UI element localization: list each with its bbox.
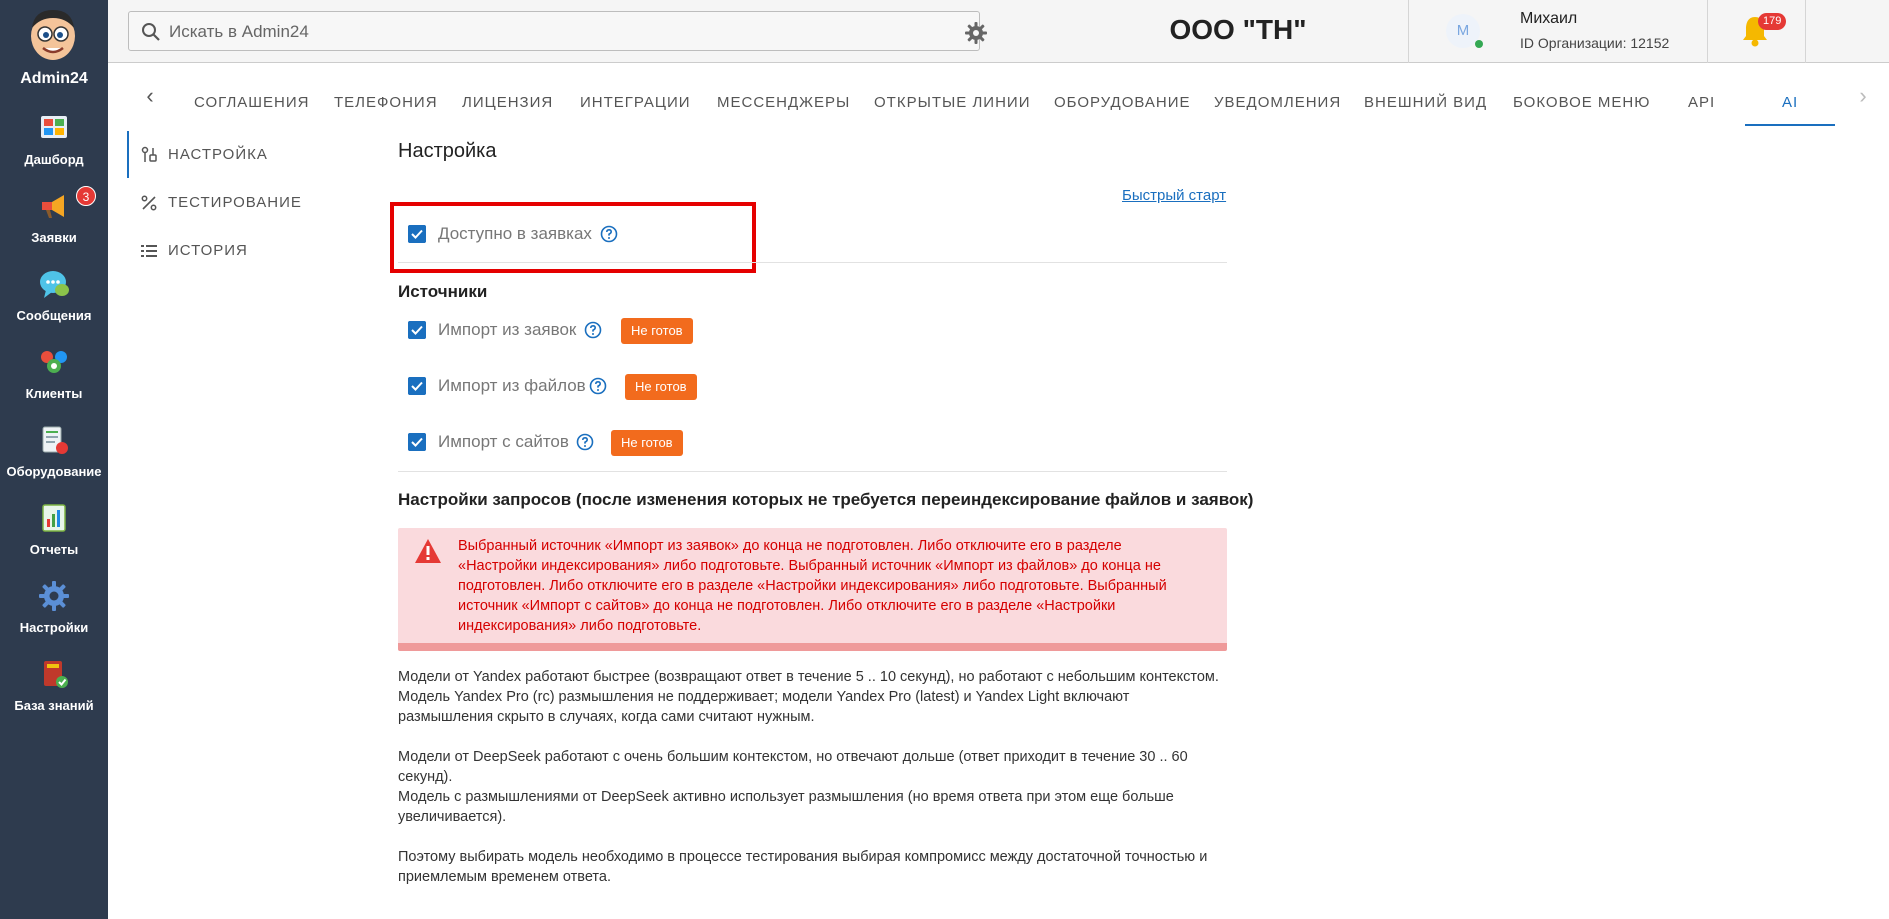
sidebar-item-messages[interactable]: Сообщения (0, 262, 108, 340)
info-paragraph: Модели от DeepSeek работают с очень боль… (398, 749, 1188, 785)
sidebar-item-dashboard[interactable]: Дашборд (0, 106, 108, 184)
sidebar-item-label: Клиенты (25, 386, 83, 401)
logo-avatar-icon (31, 10, 75, 60)
divider (1408, 0, 1409, 63)
clients-icon (41, 351, 67, 373)
tab-integrations[interactable]: ИНТЕГРАЦИИ (580, 94, 691, 111)
sources-title: Источники (398, 282, 488, 301)
question-circle-icon[interactable] (584, 321, 602, 339)
tab-appearance[interactable]: ВНЕШНИЙ ВИД (1364, 94, 1487, 111)
search-input[interactable] (169, 20, 909, 44)
import-from-requests-label: Импорт из заявок (438, 320, 577, 339)
tab-telephony[interactable]: ТЕЛЕФОНИЯ (334, 94, 438, 111)
status-badge: Не готов (625, 374, 697, 400)
sidebar-item-label: Оборудование (6, 464, 102, 479)
import-from-files-checkbox[interactable] (408, 377, 426, 395)
info-paragraph: Модели от Yandex работают быстрее (возвр… (398, 669, 1219, 685)
info-paragraph: Модель Yandex Pro (rc) размышления не по… (398, 689, 1130, 725)
book-icon (44, 661, 68, 688)
submenu-label: ТЕСТИРОВАНИЕ (168, 194, 302, 211)
tabs-prev-arrow-icon[interactable]: ‹ (140, 85, 160, 107)
sidebar-item-label: Отчеты (29, 542, 79, 557)
warning-triangle-icon (415, 539, 441, 563)
tab-side-menu[interactable]: БОКОВОЕ МЕНЮ (1513, 94, 1650, 111)
equipment-icon (42, 426, 68, 454)
brand[interactable]: Admin24 (0, 0, 108, 94)
dashboard-icon (41, 116, 67, 138)
sidebar-item-reports[interactable]: Отчеты (0, 496, 108, 574)
sidebar-item-label: Настройки (19, 620, 89, 635)
gear-icon (39, 581, 69, 611)
import-from-files-label: Импорт из файлов (438, 376, 586, 395)
brand-name: Admin24 (20, 70, 88, 87)
divider (398, 471, 1227, 472)
question-circle-icon[interactable] (576, 433, 594, 451)
page-title: Настройка (398, 140, 497, 162)
organization-id: ID Организации: 12152 (1520, 35, 1670, 51)
online-status-dot (1475, 40, 1483, 48)
sidebar: Admin24 Дашборд 3 Заявки Сообщения Клиен… (0, 0, 108, 919)
organization-title: ООО "ТН" (1169, 14, 1307, 45)
top-bar: ООО "ТН" М Михаил ID Организации: 12152 … (108, 0, 1889, 63)
warning-message: Выбранный источник «Импорт из заявок» до… (458, 538, 1167, 634)
sidebar-item-label: База знаний (14, 698, 94, 713)
status-badge: Не готов (621, 318, 693, 344)
sidebar-item-clients[interactable]: Клиенты (0, 340, 108, 418)
quick-start-link[interactable]: Быстрый старт (1122, 187, 1226, 204)
submenu-active-indicator (127, 131, 129, 178)
submenu-label: НАСТРОЙКА (168, 146, 268, 163)
search-icon (142, 23, 160, 41)
tab-license[interactable]: ЛИЦЕНЗИЯ (462, 94, 553, 111)
question-circle-icon[interactable] (600, 225, 618, 243)
user-name[interactable]: Михаил (1520, 10, 1577, 28)
sidebar-item-settings[interactable]: Настройки (0, 574, 108, 652)
tab-ai[interactable]: AI (1782, 94, 1798, 111)
divider (1805, 0, 1806, 63)
search-box[interactable] (128, 11, 987, 51)
info-paragraph: Поэтому выбирать модель необходимо в про… (398, 849, 1208, 885)
available-in-requests-checkbox[interactable] (408, 225, 426, 243)
chat-icon (40, 271, 69, 298)
sidebar-item-label: Дашборд (24, 152, 84, 167)
notifications-count-badge: 179 (1758, 13, 1787, 30)
import-from-requests-checkbox[interactable] (408, 321, 426, 339)
info-paragraph: Модель с размышлениями от DeepSeek актив… (398, 789, 1174, 825)
available-in-requests-label: Доступно в заявках (438, 224, 592, 243)
sidebar-item-knowledge-base[interactable]: База знаний (0, 652, 108, 730)
sidebar-item-label: Сообщения (16, 308, 92, 323)
requests-settings-title: Настройки запросов (после изменения кото… (398, 490, 1254, 509)
divider (1707, 0, 1708, 63)
tab-messengers[interactable]: МЕССЕНДЖЕРЫ (717, 94, 850, 111)
active-tab-indicator (1745, 124, 1835, 126)
status-badge: Не готов (611, 430, 683, 456)
warning-alert: Выбранный источник «Импорт из заявок» до… (398, 528, 1227, 651)
list-icon (141, 245, 157, 257)
divider (398, 262, 1227, 263)
import-from-sites-label: Импорт с сайтов (438, 432, 569, 451)
percent-icon (141, 195, 157, 211)
tab-equipment[interactable]: ОБОРУДОВАНИЕ (1054, 94, 1191, 111)
tools-icon (141, 146, 157, 162)
tab-open-lines[interactable]: ОТКРЫТЫЕ ЛИНИИ (874, 94, 1031, 111)
requests-count-badge: 3 (76, 186, 96, 206)
sidebar-item-label: Заявки (31, 230, 77, 245)
question-circle-icon[interactable] (589, 377, 607, 395)
tabs-next-arrow-icon[interactable]: › (1853, 85, 1873, 107)
reports-icon (42, 504, 66, 532)
sidebar-item-equipment[interactable]: Оборудование (0, 418, 108, 496)
megaphone-icon (42, 195, 64, 218)
models-info-text: Модели от Yandex работают быстрее (возвр… (398, 667, 1227, 887)
tab-notifications[interactable]: УВЕДОМЛЕНИЯ (1214, 94, 1341, 111)
sidebar-item-requests[interactable]: 3 Заявки (0, 184, 108, 262)
submenu-label: ИСТОРИЯ (168, 242, 248, 259)
settings-tabs: ‹ СОГЛАШЕНИЯ ТЕЛЕФОНИЯ ЛИЦЕНЗИЯ ИНТЕГРАЦ… (108, 64, 1889, 128)
import-from-sites-checkbox[interactable] (408, 433, 426, 451)
tab-api[interactable]: API (1688, 94, 1715, 111)
tab-agreements[interactable]: СОГЛАШЕНИЯ (194, 94, 310, 111)
search-settings-gear-icon[interactable] (965, 22, 987, 44)
